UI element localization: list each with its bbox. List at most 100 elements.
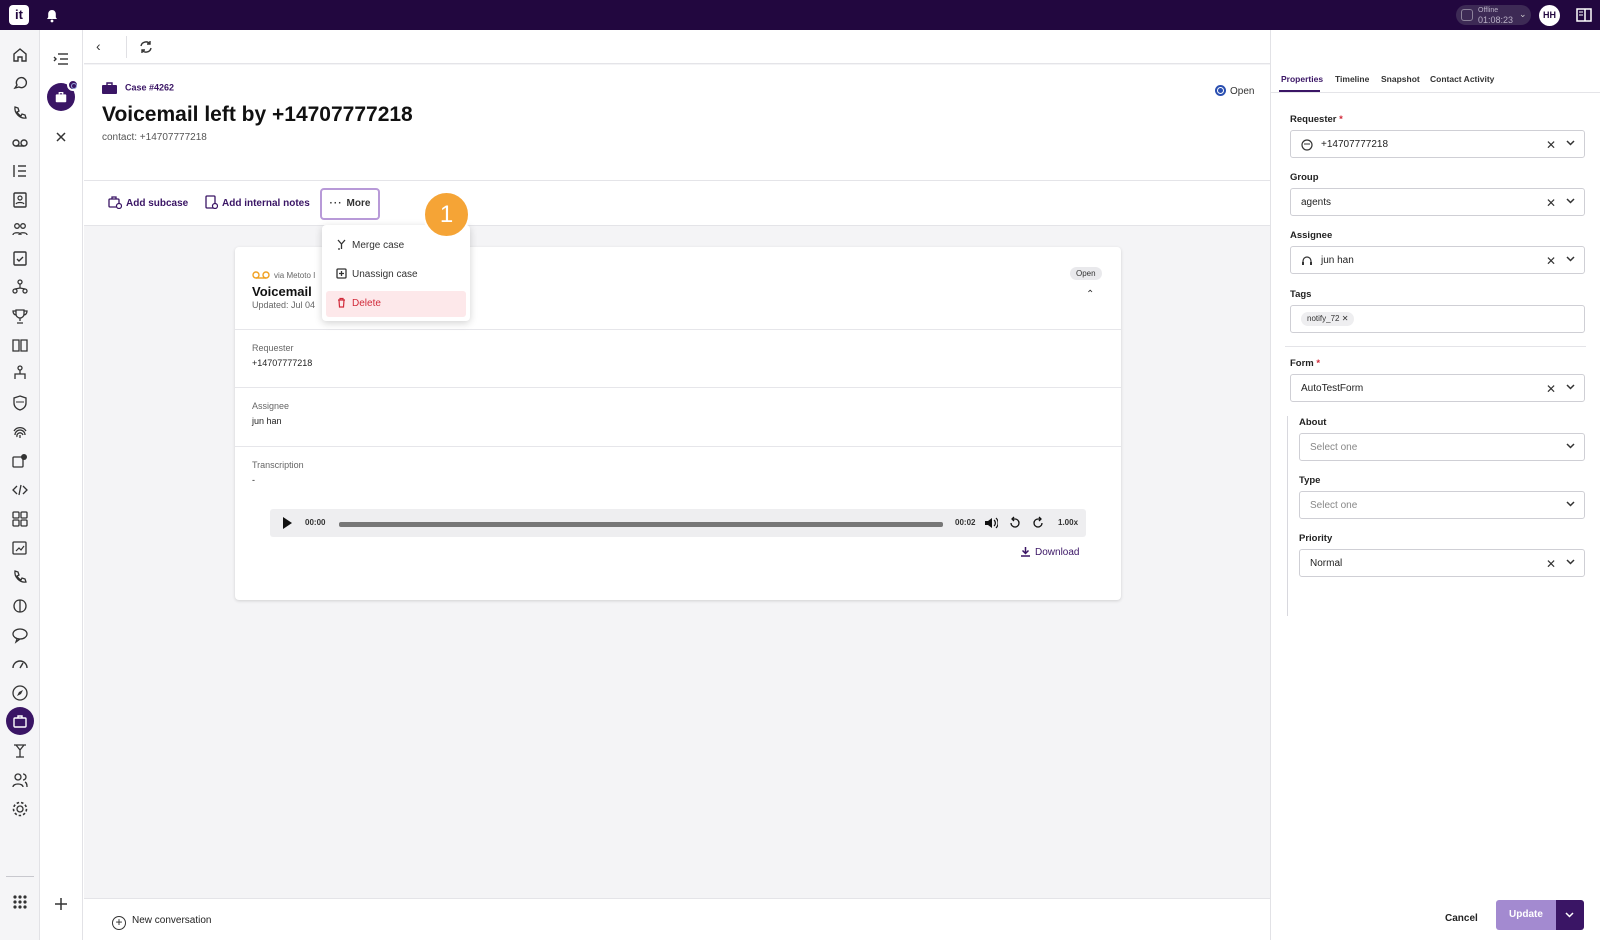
chevron-up-icon[interactable]: ⌃ — [1086, 289, 1094, 300]
home-icon[interactable] — [11, 46, 29, 64]
chevron-down-icon[interactable] — [1565, 253, 1576, 264]
hierarchy-icon[interactable] — [11, 742, 29, 760]
chevron-down-icon[interactable] — [1565, 137, 1576, 148]
workflow-icon[interactable] — [11, 365, 29, 383]
tab-contact-activity[interactable]: Contact Activity — [1430, 74, 1494, 84]
app-launcher-icon[interactable] — [11, 893, 29, 911]
tab-timeline[interactable]: Timeline — [1335, 74, 1369, 84]
settings-plugin-icon[interactable] — [11, 452, 29, 470]
clear-icon[interactable]: ✕ — [1546, 254, 1556, 268]
code-icon[interactable] — [11, 481, 29, 499]
case-number: Case #4262 — [102, 82, 174, 94]
update-options-button[interactable] — [1556, 900, 1584, 930]
playback-speed[interactable]: 1.00x — [1058, 518, 1078, 527]
app-logo[interactable]: it — [9, 5, 29, 25]
teams-icon[interactable] — [11, 220, 29, 238]
section-divider — [1285, 346, 1586, 347]
back-arrow-icon[interactable]: ‹ — [96, 38, 101, 54]
update-button[interactable]: Update — [1496, 900, 1556, 930]
org-icon[interactable] — [11, 278, 29, 296]
required-marker: * — [1316, 358, 1321, 369]
clear-icon[interactable]: ✕ — [1546, 557, 1556, 571]
shield-icon[interactable] — [11, 394, 29, 412]
voicemail-icon[interactable] — [11, 133, 29, 151]
tab-snapshot[interactable]: Snapshot — [1381, 74, 1420, 84]
type-placeholder: Select one — [1310, 500, 1358, 511]
ai-brain-icon[interactable] — [11, 597, 29, 615]
about-select[interactable]: Select one — [1299, 433, 1585, 461]
forward-icon[interactable] — [1031, 516, 1045, 530]
chevron-down-icon[interactable] — [1565, 498, 1576, 509]
cancel-button[interactable]: Cancel — [1445, 913, 1478, 924]
analytics-icon[interactable] — [11, 539, 29, 557]
dashboard-gauge-icon[interactable] — [11, 655, 29, 673]
priority-value: Normal — [1310, 558, 1343, 569]
clear-icon[interactable]: ✕ — [1546, 382, 1556, 396]
clear-icon[interactable]: ✕ — [1546, 196, 1556, 210]
agent-status-selector[interactable]: Offline 01:08:23 ⌄ — [1456, 5, 1531, 25]
form-field-value: AutoTestForm — [1301, 383, 1364, 394]
chevron-down-icon[interactable] — [1565, 440, 1576, 451]
apps-grid-icon[interactable] — [11, 510, 29, 528]
close-icon[interactable] — [53, 129, 69, 145]
tag-chip: notify_72 ✕ — [1301, 312, 1355, 326]
type-field-label: Type — [1299, 475, 1321, 486]
users-icon[interactable] — [11, 771, 29, 789]
conversations-icon[interactable] — [11, 75, 29, 93]
tasks-icon[interactable] — [11, 249, 29, 267]
panel-toggle-icon[interactable] — [1576, 8, 1592, 22]
tab-properties[interactable]: Properties — [1281, 74, 1323, 84]
trophy-icon[interactable] — [11, 307, 29, 325]
bell-icon[interactable] — [44, 8, 60, 24]
seek-bar[interactable] — [339, 522, 943, 527]
case-number-text: Case #4262 — [125, 82, 175, 93]
queue-list-icon[interactable] — [11, 162, 29, 180]
add-note-icon — [205, 195, 219, 210]
knowledge-book-icon[interactable] — [11, 336, 29, 354]
fingerprint-icon[interactable] — [11, 423, 29, 441]
volume-icon[interactable] — [984, 516, 999, 530]
priority-select[interactable]: Normal ✕ — [1299, 549, 1585, 577]
new-conversation-button[interactable]: + New conversation — [112, 915, 211, 930]
user-avatar[interactable]: HH — [1539, 5, 1560, 26]
voicemail-updated: Updated: Jul 04 — [252, 300, 316, 310]
unassign-case-menu-item[interactable]: Unassign case — [326, 262, 466, 288]
chat-bubble-icon[interactable] — [11, 626, 29, 644]
tag-chip-label: notify_72 — [1307, 314, 1340, 323]
delete-menu-item[interactable]: Delete — [326, 291, 466, 317]
tags-field[interactable]: notify_72 ✕ — [1290, 305, 1585, 333]
play-icon[interactable] — [283, 517, 292, 529]
clear-icon[interactable]: ✕ — [1546, 138, 1556, 152]
assignee-field[interactable]: jun han ✕ — [1290, 246, 1585, 274]
more-button[interactable]: ··· More — [320, 188, 380, 220]
open-case-tab[interactable] — [47, 79, 79, 111]
add-internal-notes-label: Add internal notes — [222, 198, 310, 209]
requester-field[interactable]: +14707777218 ✕ — [1290, 130, 1585, 158]
requester-field-label: Requester * — [1290, 114, 1343, 125]
cases-briefcase-icon[interactable] — [6, 707, 34, 735]
add-tab-plus-icon[interactable] — [53, 896, 69, 912]
collapse-menu-icon[interactable] — [53, 51, 69, 67]
contacts-icon[interactable] — [11, 191, 29, 209]
compass-icon[interactable] — [11, 684, 29, 702]
assignee-label: Assignee — [252, 401, 290, 411]
gear-icon[interactable] — [11, 800, 29, 818]
merge-case-label: Merge case — [352, 240, 405, 251]
form-field[interactable]: AutoTestForm ✕ — [1290, 374, 1585, 402]
refresh-icon[interactable] — [138, 39, 154, 55]
step-number-badge: 1 — [423, 191, 470, 238]
requester-label: Requester — [252, 343, 294, 353]
add-internal-notes-button[interactable]: Add internal notes — [204, 195, 310, 210]
chevron-down-icon[interactable] — [1565, 556, 1576, 567]
chevron-down-icon[interactable] — [1565, 381, 1576, 392]
group-field[interactable]: agents ✕ — [1290, 188, 1585, 216]
type-select[interactable]: Select one — [1299, 491, 1585, 519]
case-status-toggle[interactable]: Open — [1215, 85, 1254, 97]
remove-tag-icon[interactable]: ✕ — [1342, 314, 1349, 323]
add-subcase-button[interactable]: Add subcase — [108, 195, 188, 210]
calls-icon[interactable] — [11, 104, 29, 122]
phone-settings-icon[interactable] — [11, 568, 29, 586]
chevron-down-icon[interactable] — [1565, 195, 1576, 206]
rewind-icon[interactable] — [1008, 516, 1022, 530]
download-link[interactable]: Download — [1020, 546, 1079, 558]
